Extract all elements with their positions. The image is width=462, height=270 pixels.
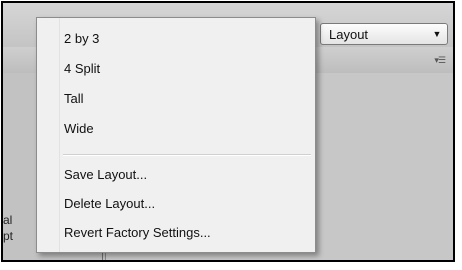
panel-options-icon[interactable]: ▾☰ <box>434 55 446 66</box>
menu-item-wide[interactable]: Wide <box>64 117 94 141</box>
layout-dropdown-value: Layout <box>329 26 369 42</box>
layout-dropdown[interactable]: Layout ▼ <box>320 23 448 45</box>
menu-gutter <box>37 18 60 252</box>
editor-window: ▾☰ al pt Layout ▼ 2 by 3 4 Split Tall Wi… <box>1 1 455 262</box>
partial-label: al <box>3 213 13 227</box>
menu-item-tall[interactable]: Tall <box>64 87 84 111</box>
menu-item-save-layout[interactable]: Save Layout... <box>64 163 147 187</box>
menu-item-revert-factory-settings[interactable]: Revert Factory Settings... <box>64 221 211 245</box>
menu-separator <box>63 154 311 156</box>
layout-menu: 2 by 3 4 Split Tall Wide Save Layout... … <box>36 17 316 253</box>
menu-item-delete-layout[interactable]: Delete Layout... <box>64 192 155 216</box>
menu-item-4-split[interactable]: 4 Split <box>64 57 100 81</box>
menu-item-2-by-3[interactable]: 2 by 3 <box>64 27 99 51</box>
chevron-down-icon: ▼ <box>432 29 442 39</box>
partial-label: pt <box>3 229 14 243</box>
